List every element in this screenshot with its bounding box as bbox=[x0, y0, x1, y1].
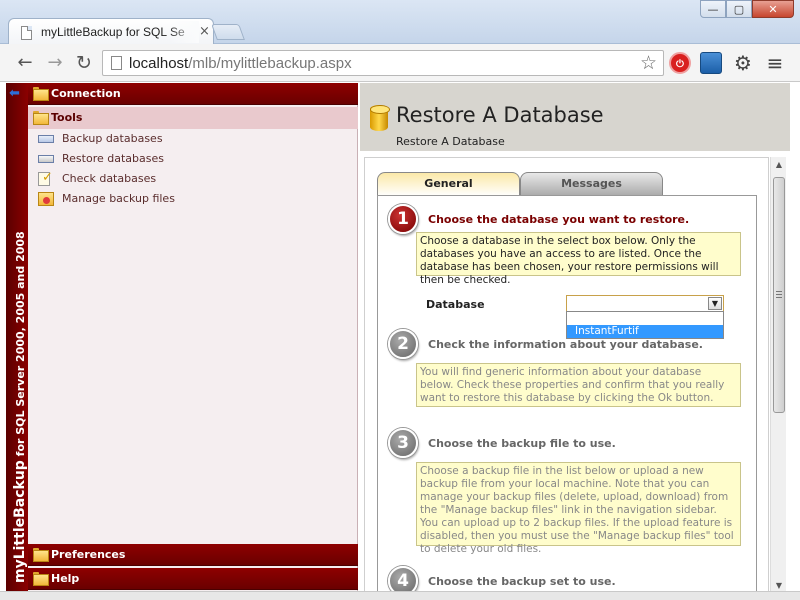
sidebar-section-tools[interactable]: Tools bbox=[28, 107, 358, 129]
maximize-button[interactable]: ▢ bbox=[726, 0, 752, 18]
database-dropdown-list: InstantFurtif bbox=[566, 311, 724, 339]
bookmark-star-icon[interactable]: ☆ bbox=[640, 52, 657, 74]
vertical-scrollbar[interactable]: ▲ ▼ bbox=[770, 157, 786, 594]
manage-files-icon bbox=[38, 192, 54, 206]
database-select[interactable]: ▼ bbox=[566, 295, 724, 312]
sidebar-item-label: Manage backup files bbox=[62, 192, 175, 205]
scroll-grip-icon bbox=[776, 291, 782, 298]
close-window-button[interactable]: ✕ bbox=[752, 0, 794, 18]
brand-text: myLittleBackup for SQL Server 2000, 2005… bbox=[12, 231, 28, 583]
database-option[interactable]: InstantFurtif bbox=[567, 325, 723, 338]
scroll-thumb[interactable] bbox=[773, 177, 785, 413]
url-host: localhost bbox=[129, 55, 189, 72]
browser-toolbar: ← → ↻ localhost/mlb/mylittlebackup.aspx … bbox=[0, 44, 800, 82]
sidebar-item-backup[interactable]: Backup databases bbox=[38, 130, 338, 148]
screenshot-extension-icon[interactable] bbox=[700, 52, 722, 74]
minimize-button[interactable]: — bbox=[700, 0, 726, 18]
url-path: /mlb/mylittlebackup.aspx bbox=[188, 55, 352, 72]
dropdown-arrow-icon[interactable]: ▼ bbox=[708, 297, 722, 310]
check-icon bbox=[38, 170, 53, 186]
sidebar-section-connection[interactable]: Connection bbox=[28, 83, 358, 105]
new-tab-button[interactable] bbox=[211, 24, 245, 40]
sidebar-item-label: Restore databases bbox=[62, 152, 164, 165]
step-title: Choose the backup file to use. bbox=[428, 437, 616, 450]
tab-general-body: 1 Choose the database you want to restor… bbox=[377, 195, 757, 593]
browser-titlebar: myLittleBackup for SQL Se × — ▢ ✕ bbox=[0, 0, 800, 46]
sidebar-section-label: Connection bbox=[51, 87, 121, 100]
step-number-badge: 1 bbox=[388, 204, 418, 234]
step-2-info: You will find generic information about … bbox=[416, 363, 741, 407]
step-number-badge: 2 bbox=[388, 329, 418, 359]
brand-name: myLittleBackup bbox=[12, 460, 28, 583]
forward-button[interactable]: → bbox=[44, 52, 66, 74]
page-content: ⬅ myLittleBackup for SQL Server 2000, 20… bbox=[0, 83, 800, 600]
folder-icon bbox=[33, 572, 49, 586]
window-bottom-border bbox=[0, 591, 800, 600]
tab-messages[interactable]: Messages bbox=[520, 172, 663, 196]
stop-extension-icon[interactable]: ⏻ bbox=[669, 52, 691, 74]
step-title: Check the information about your databas… bbox=[428, 338, 703, 351]
folder-icon bbox=[33, 548, 49, 562]
collapse-arrow-icon[interactable]: ⬅ bbox=[9, 86, 20, 101]
reload-button[interactable]: ↻ bbox=[73, 52, 95, 74]
tab-general[interactable]: General bbox=[377, 172, 520, 196]
browser-menu-icon[interactable]: ≡ bbox=[764, 52, 786, 74]
page-favicon-icon bbox=[21, 26, 32, 40]
step-number-badge: 3 bbox=[388, 428, 418, 458]
backup-icon bbox=[38, 135, 54, 143]
sidebar-section-label: Preferences bbox=[51, 548, 126, 561]
folder-open-icon bbox=[33, 111, 49, 125]
database-option-empty[interactable] bbox=[567, 312, 723, 325]
step-1-info: Choose a database in the select box belo… bbox=[416, 232, 741, 286]
restore-icon bbox=[38, 155, 54, 163]
sidebar-item-label: Check databases bbox=[62, 172, 157, 185]
address-bar[interactable]: localhost/mlb/mylittlebackup.aspx ☆ bbox=[102, 50, 664, 76]
step-3-info: Choose a backup file in the list below o… bbox=[416, 462, 741, 555]
database-label: Database bbox=[426, 298, 485, 311]
scroll-up-icon[interactable]: ▲ bbox=[771, 157, 787, 173]
page-title: Restore A Database bbox=[396, 103, 604, 127]
restore-panel: General Messages 1 Choose the database y… bbox=[364, 157, 769, 594]
sidebar-item-check[interactable]: Check databases bbox=[38, 170, 338, 188]
page-icon bbox=[111, 56, 122, 70]
sidebar-item-manage-files[interactable]: Manage backup files bbox=[38, 190, 338, 208]
gear-icon[interactable]: ⚙ bbox=[732, 52, 754, 74]
window-controls: — ▢ ✕ bbox=[700, 0, 794, 18]
step-title: Choose the backup set to use. bbox=[428, 575, 616, 588]
step-number-badge: 4 bbox=[388, 566, 418, 593]
brand-tagline: for SQL Server 2000, 2005 and 2008 bbox=[14, 231, 27, 461]
sidebar-section-preferences[interactable]: Preferences bbox=[28, 544, 358, 566]
browser-tab[interactable]: myLittleBackup for SQL Se × bbox=[8, 18, 214, 46]
folder-icon bbox=[33, 87, 49, 101]
breadcrumb: Restore A Database bbox=[396, 135, 505, 148]
sidebar-section-help[interactable]: Help bbox=[28, 568, 358, 590]
sidebar-section-label: Help bbox=[51, 572, 80, 585]
sidebar: Connection Tools Backup databases Restor… bbox=[28, 83, 358, 591]
url-text[interactable]: localhost/mlb/mylittlebackup.aspx bbox=[129, 55, 352, 72]
sidebar-section-label: Tools bbox=[51, 111, 83, 124]
back-button[interactable]: ← bbox=[14, 52, 36, 74]
sidebar-item-label: Backup databases bbox=[62, 132, 163, 145]
sidebar-item-restore[interactable]: Restore databases bbox=[38, 150, 338, 168]
main-header: Restore A Database Restore A Database bbox=[360, 83, 790, 151]
tab-close-icon[interactable]: × bbox=[199, 24, 210, 39]
vertical-brand-banner: ⬅ myLittleBackup for SQL Server 2000, 20… bbox=[6, 83, 28, 591]
step-title: Choose the database you want to restore. bbox=[428, 213, 690, 226]
database-icon bbox=[370, 105, 390, 131]
